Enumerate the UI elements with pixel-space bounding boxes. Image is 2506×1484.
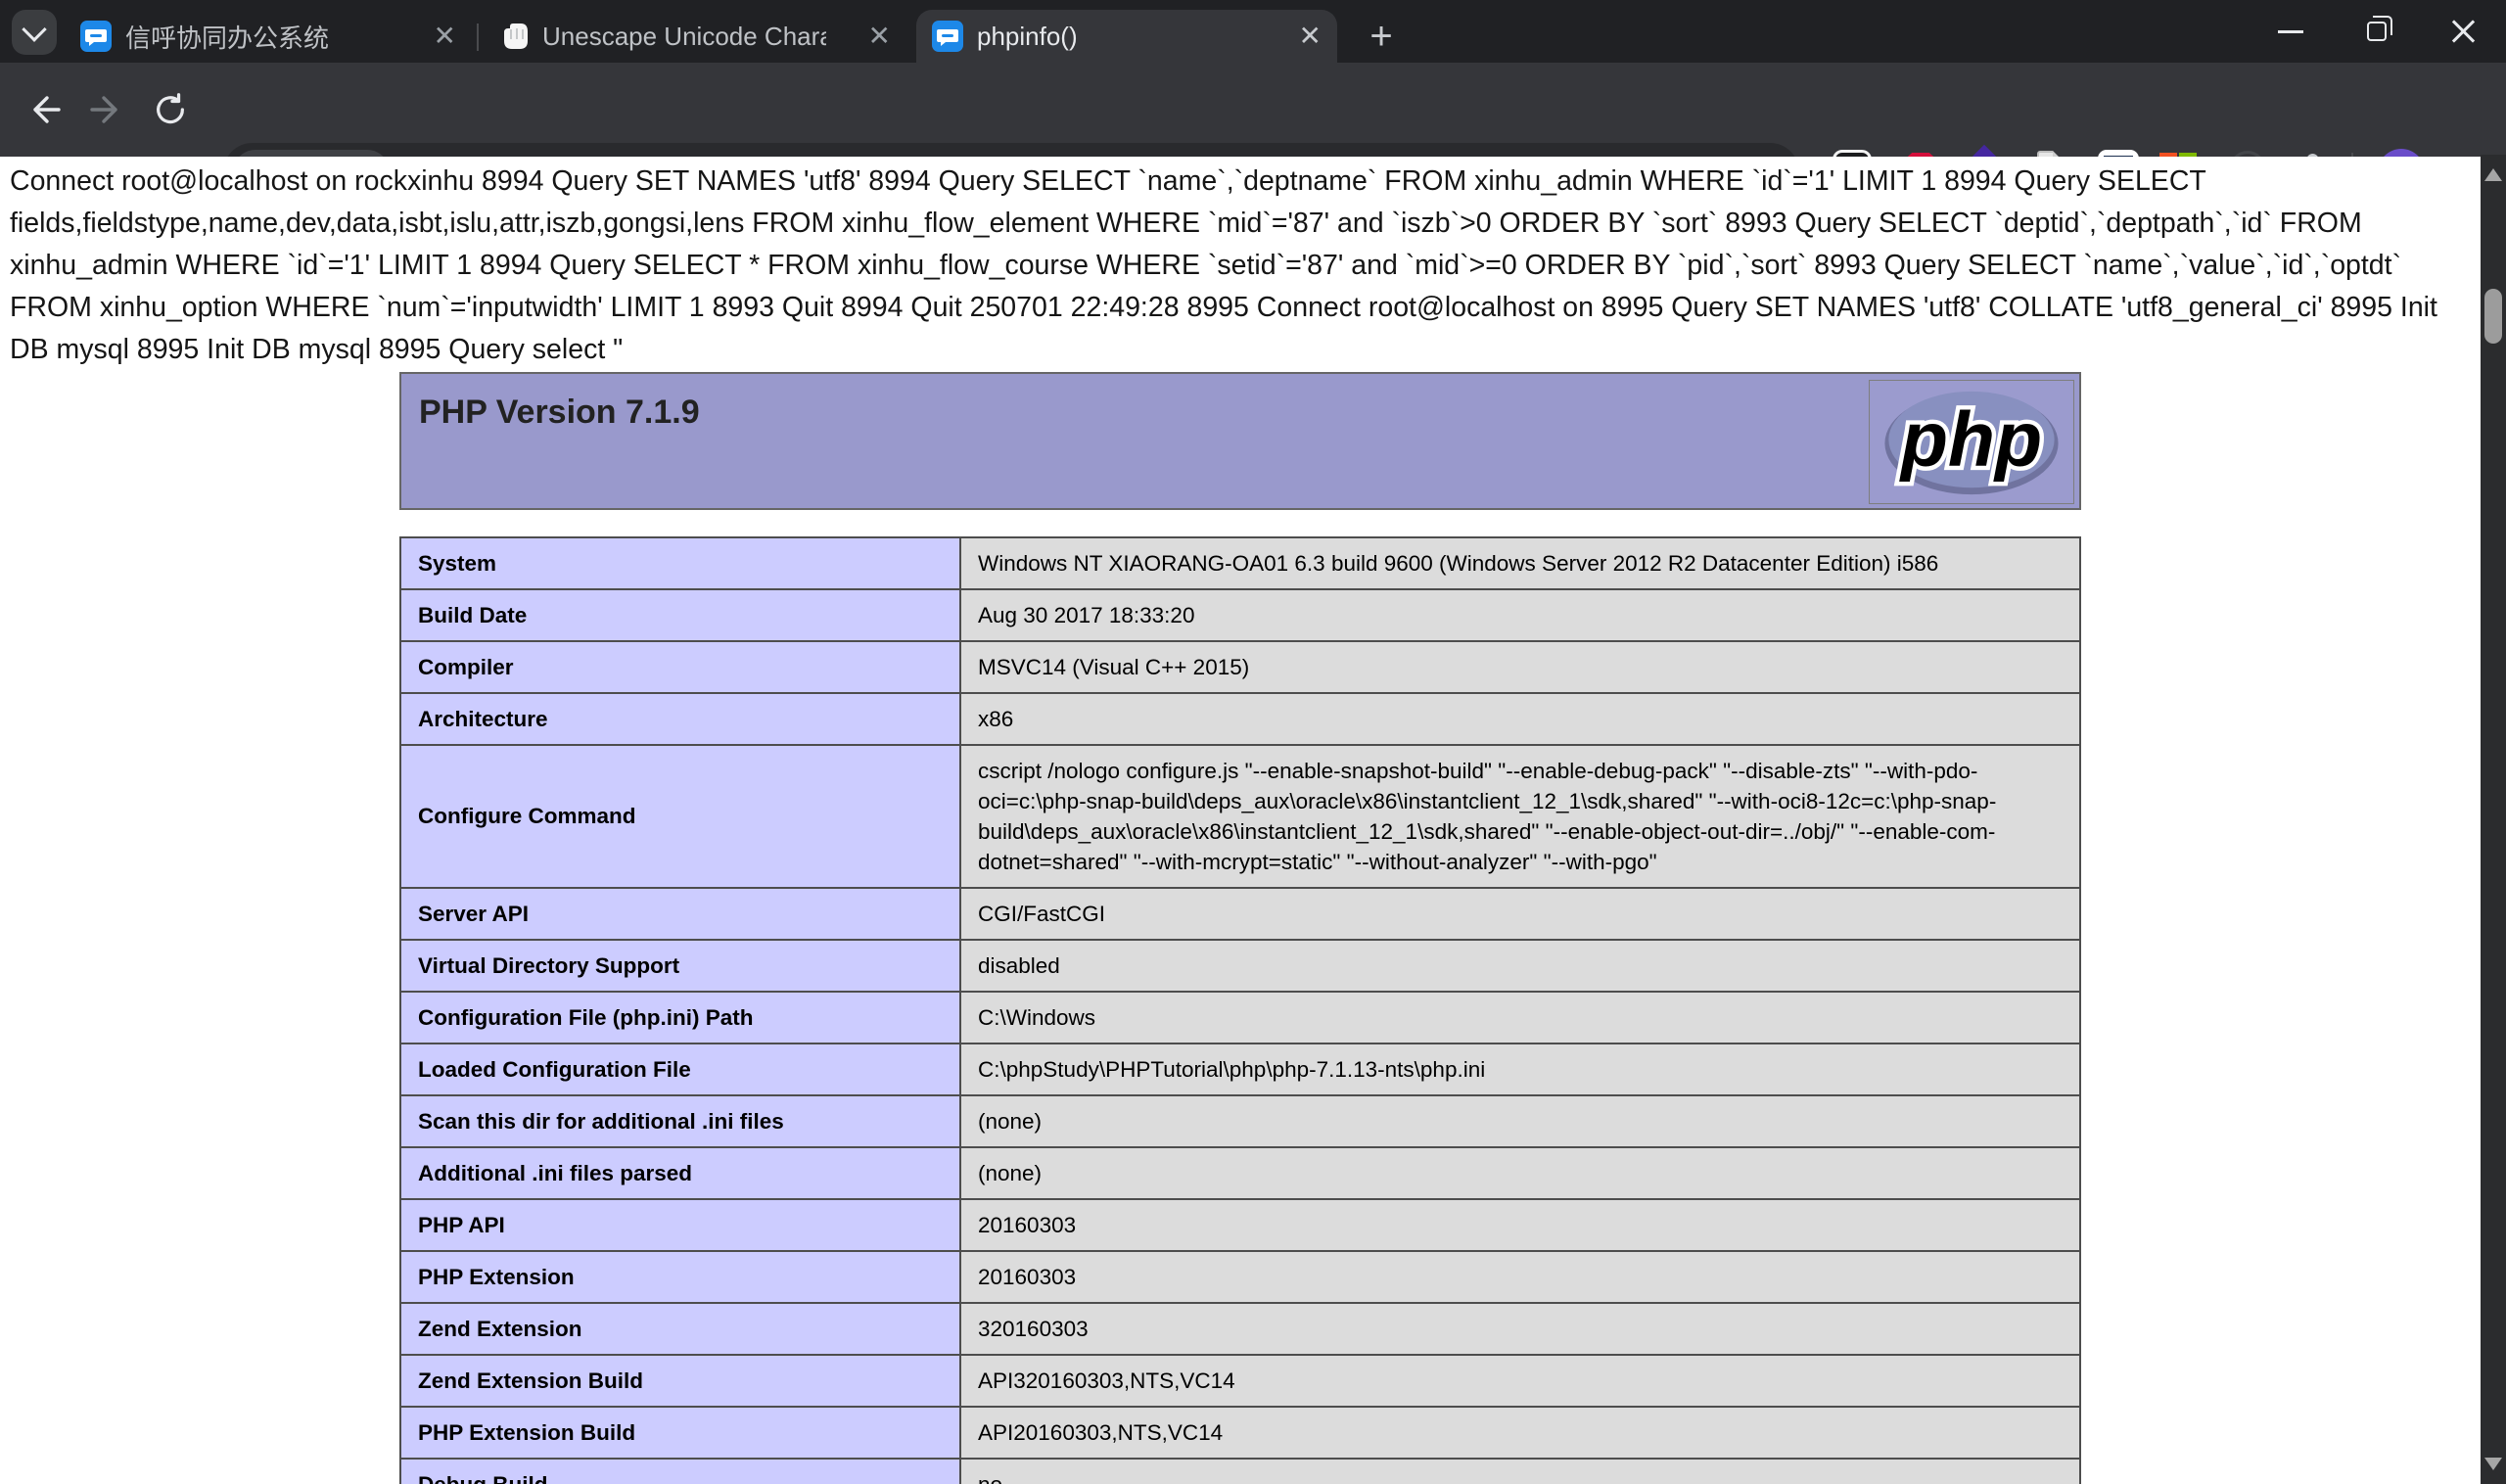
table-row: Configure Command cscript /nologo config… bbox=[400, 745, 2080, 888]
tab-close-icon[interactable]: ✕ bbox=[1281, 23, 1322, 50]
info-value-cell: Windows NT XIAORANG-OA01 6.3 build 9600 … bbox=[960, 537, 2080, 589]
page-content: Connect root@localhost on rockxinhu 8994… bbox=[0, 157, 2481, 1484]
browser-toolbar: 不安全 172.22.1.18/onez3r0.php ABP 11 > Y bbox=[0, 63, 2506, 157]
php-info-table-body: System Windows NT XIAORANG-OA01 6.3 buil… bbox=[400, 537, 2080, 1484]
scroll-down-icon[interactable] bbox=[2484, 1458, 2502, 1470]
minimize-button[interactable] bbox=[2248, 0, 2334, 63]
info-value-cell: 20160303 bbox=[960, 1199, 2080, 1251]
xinhu-chat-icon bbox=[932, 21, 963, 52]
info-label-cell: Virtual Directory Support bbox=[400, 940, 960, 992]
table-row: Server API CGI/FastCGI bbox=[400, 888, 2080, 940]
scroll-up-icon[interactable] bbox=[2484, 168, 2502, 181]
tab-title: phpinfo() bbox=[977, 22, 1078, 52]
table-row: Configuration File (php.ini) Path C:\Win… bbox=[400, 992, 2080, 1043]
chevron-down-icon bbox=[22, 17, 46, 41]
info-value-cell: CGI/FastCGI bbox=[960, 888, 2080, 940]
table-row: Additional .ini files parsed (none) bbox=[400, 1147, 2080, 1199]
info-label-cell: Zend Extension Build bbox=[400, 1355, 960, 1407]
tab-title: 信呼协同办公系统 bbox=[125, 19, 329, 55]
php-logo: php bbox=[1869, 380, 2074, 504]
phpinfo-container: PHP Version 7.1.9 php System Windows NT … bbox=[399, 372, 2081, 1484]
info-value-cell: C:\phpStudy\PHPTutorial\php\php-7.1.13-n… bbox=[960, 1043, 2080, 1095]
table-row: Build Date Aug 30 2017 18:33:20 bbox=[400, 589, 2080, 641]
info-value-cell: (none) bbox=[960, 1095, 2080, 1147]
info-label-cell: Zend Extension bbox=[400, 1303, 960, 1355]
tab-phpinfo[interactable]: phpinfo() ✕ bbox=[916, 10, 1337, 63]
close-icon bbox=[2450, 19, 2476, 44]
table-row: PHP Extension Build API20160303,NTS,VC14 bbox=[400, 1407, 2080, 1459]
tab-close-icon[interactable]: ✕ bbox=[416, 23, 456, 50]
table-row: Zend Extension 320160303 bbox=[400, 1303, 2080, 1355]
tab-unescape-unicode[interactable]: Unescape Unicode Characters - ✕ bbox=[484, 10, 906, 63]
tab-title: Unescape Unicode Characters - bbox=[542, 22, 826, 52]
info-value-cell: (none) bbox=[960, 1147, 2080, 1199]
reload-button[interactable] bbox=[149, 88, 192, 131]
info-value-cell: MSVC14 (Visual C++ 2015) bbox=[960, 641, 2080, 693]
restore-button[interactable] bbox=[2334, 0, 2420, 63]
info-label-cell: Server API bbox=[400, 888, 960, 940]
table-row: Zend Extension Build API320160303,NTS,VC… bbox=[400, 1355, 2080, 1407]
table-row: Architecture x86 bbox=[400, 693, 2080, 745]
info-label-cell: System bbox=[400, 537, 960, 589]
table-row: Debug Build no bbox=[400, 1459, 2080, 1484]
mysql-query-log: Connect root@localhost on rockxinhu 8994… bbox=[0, 157, 2481, 371]
info-label-cell: Configuration File (php.ini) Path bbox=[400, 992, 960, 1043]
phpinfo-table: System Windows NT XIAORANG-OA01 6.3 buil… bbox=[399, 536, 2081, 1484]
info-value-cell: C:\Windows bbox=[960, 992, 2080, 1043]
phpinfo-header: PHP Version 7.1.9 php bbox=[399, 372, 2081, 510]
forward-button[interactable] bbox=[86, 88, 129, 131]
minimize-icon bbox=[2278, 30, 2303, 33]
info-value-cell: x86 bbox=[960, 693, 2080, 745]
back-button[interactable] bbox=[22, 88, 65, 131]
info-value-cell: 20160303 bbox=[960, 1251, 2080, 1303]
info-value-cell: API20160303,NTS,VC14 bbox=[960, 1407, 2080, 1459]
window-controls bbox=[2248, 0, 2506, 63]
info-value-cell: disabled bbox=[960, 940, 2080, 992]
tab-close-icon[interactable]: ✕ bbox=[851, 23, 891, 50]
table-row: Loaded Configuration File C:\phpStudy\PH… bbox=[400, 1043, 2080, 1095]
forward-icon bbox=[88, 90, 127, 129]
info-label-cell: Build Date bbox=[400, 589, 960, 641]
tab-search-button[interactable] bbox=[12, 10, 57, 55]
tab-separator bbox=[477, 23, 479, 51]
php-version-title: PHP Version 7.1.9 bbox=[401, 374, 2079, 432]
scrollbar-thumb[interactable] bbox=[2484, 289, 2502, 344]
info-value-cell: Aug 30 2017 18:33:20 bbox=[960, 589, 2080, 641]
info-label-cell: Compiler bbox=[400, 641, 960, 693]
table-row: Compiler MSVC14 (Visual C++ 2015) bbox=[400, 641, 2080, 693]
tab-strip: 信呼协同办公系统 ✕ Unescape Unicode Characters -… bbox=[0, 0, 2506, 63]
info-value-cell: 320160303 bbox=[960, 1303, 2080, 1355]
table-row: PHP Extension 20160303 bbox=[400, 1251, 2080, 1303]
info-label-cell: Debug Build bbox=[400, 1459, 960, 1484]
table-row: PHP API 20160303 bbox=[400, 1199, 2080, 1251]
new-tab-button[interactable]: + bbox=[1359, 14, 1404, 59]
reload-icon bbox=[152, 91, 189, 128]
close-button[interactable] bbox=[2420, 0, 2506, 63]
php-logo-text: php bbox=[1899, 396, 2042, 483]
info-label-cell: Configure Command bbox=[400, 745, 960, 888]
info-label-cell: Additional .ini files parsed bbox=[400, 1147, 960, 1199]
fist-icon bbox=[499, 21, 529, 52]
info-label-cell: PHP Extension Build bbox=[400, 1407, 960, 1459]
info-label-cell: Scan this dir for additional .ini files bbox=[400, 1095, 960, 1147]
table-row: System Windows NT XIAORANG-OA01 6.3 buil… bbox=[400, 537, 2080, 589]
table-row: Scan this dir for additional .ini files … bbox=[400, 1095, 2080, 1147]
info-label-cell: PHP Extension bbox=[400, 1251, 960, 1303]
info-label-cell: Loaded Configuration File bbox=[400, 1043, 960, 1095]
info-value-cell: API320160303,NTS,VC14 bbox=[960, 1355, 2080, 1407]
info-value-cell: no bbox=[960, 1459, 2080, 1484]
vertical-scrollbar[interactable] bbox=[2481, 155, 2506, 1484]
info-label-cell: PHP API bbox=[400, 1199, 960, 1251]
tab-xinhu-oa[interactable]: 信呼协同办公系统 ✕ bbox=[65, 10, 472, 63]
info-value-cell: cscript /nologo configure.js "--enable-s… bbox=[960, 745, 2080, 888]
xinhu-chat-icon bbox=[80, 21, 112, 52]
restore-icon bbox=[2367, 22, 2387, 41]
info-label-cell: Architecture bbox=[400, 693, 960, 745]
back-icon bbox=[23, 90, 63, 129]
table-row: Virtual Directory Support disabled bbox=[400, 940, 2080, 992]
